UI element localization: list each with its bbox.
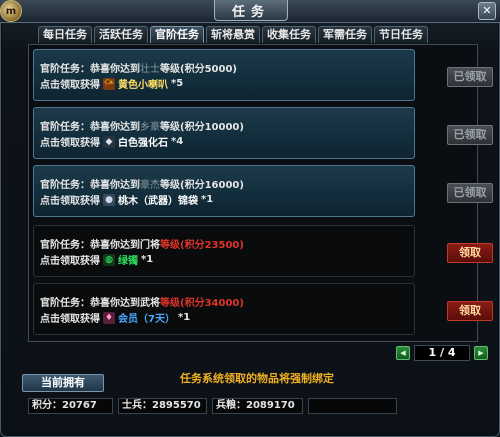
task-rank: 等级(积分34000) xyxy=(160,298,244,309)
bind-notice: 任务系统领取的物品将强制绑定 xyxy=(180,372,334,385)
pagination: ◀ 1 / 4 ▶ xyxy=(396,345,488,361)
reward-name: 会员（7天） xyxy=(118,314,175,325)
tab-active[interactable]: 活跃任务 xyxy=(94,26,148,43)
tab-supply[interactable]: 军需任务 xyxy=(318,26,372,43)
claim-button[interactable]: 领取 xyxy=(447,243,493,263)
task-row: 官阶任务：恭喜你达到门将等级(积分23500) 点击领取获得 ◍ 绿镯 *1 xyxy=(33,225,415,277)
tab-bar: 每日任务 活跃任务 官阶任务 斩将悬赏 收集任务 军需任务 节日任务 xyxy=(38,26,428,44)
reward-prefix: 点击领取获得 xyxy=(40,80,100,91)
task-prefix: 官阶任务：恭喜你达到 xyxy=(40,64,140,75)
task-description: 官阶任务：恭喜你达到壮士等级(积分5000) xyxy=(40,60,237,75)
reward-qty: *1 xyxy=(177,312,191,323)
task-suffix: 等级(积分16000) xyxy=(160,180,244,191)
task-description: 官阶任务：恭喜你达到武将等级(积分34000) xyxy=(40,294,244,309)
task-row: 官阶任务：恭喜你达到豪杰等级(积分16000) 点击领取获得 ● 桃木（武器）锦… xyxy=(33,165,415,217)
reward-qty: *4 xyxy=(171,136,184,147)
task-reward: 点击领取获得 ◆ 白色强化石 *4 xyxy=(40,134,183,149)
reward-name: 黄色小喇叭 xyxy=(118,80,168,91)
owned-button[interactable]: 当前拥有 xyxy=(22,374,104,392)
title-bar[interactable]: m 任务 ✕ xyxy=(0,0,500,23)
score-field: 积分：20767 xyxy=(28,398,113,414)
task-rank: 等级(积分23500) xyxy=(160,240,244,251)
task-description: 官阶任务：恭喜你达到门将等级(积分23500) xyxy=(40,236,244,251)
task-reward: 点击领取获得 ◍ 绿镯 *1 xyxy=(40,252,153,267)
reward-qty: *1 xyxy=(201,194,214,205)
vip-icon: ♦ xyxy=(103,311,115,324)
reward-prefix: 点击领取获得 xyxy=(40,138,100,149)
game-logo-icon: m xyxy=(0,0,22,22)
tab-bounty[interactable]: 斩将悬赏 xyxy=(206,26,260,43)
task-rank: 壮士 xyxy=(140,64,160,75)
task-reward: 点击领取获得 ♦ 会员（7天） *1 xyxy=(40,310,190,325)
task-prefix: 官阶任务：恭喜你达到门将 xyxy=(40,240,160,251)
reward-name: 绿镯 xyxy=(118,256,138,267)
task-prefix: 官阶任务：恭喜你达到 xyxy=(40,122,140,133)
reward-name: 白色强化石 xyxy=(118,138,168,149)
task-reward: 点击领取获得 ● 桃木（武器）锦袋 *1 xyxy=(40,192,213,207)
task-prefix: 官阶任务：恭喜你达到 xyxy=(40,180,140,191)
horn-icon: 📯 xyxy=(103,77,115,90)
reward-prefix: 点击领取获得 xyxy=(40,256,100,267)
soldiers-field: 士兵：2895570 xyxy=(118,398,207,414)
task-prefix: 官阶任务：恭喜你达到武将 xyxy=(40,298,160,309)
claimed-button: 已领取 xyxy=(447,67,493,87)
tab-collect[interactable]: 收集任务 xyxy=(262,26,316,43)
task-reward: 点击领取获得 📯 黄色小喇叭 *5 xyxy=(40,76,183,91)
task-description: 官阶任务：恭喜你达到乡豪等级(积分10000) xyxy=(40,118,244,133)
reward-qty: *5 xyxy=(171,78,184,89)
reward-qty: *1 xyxy=(141,254,154,265)
reward-name: 桃木（武器）锦袋 xyxy=(118,196,198,207)
tab-rank[interactable]: 官阶任务 xyxy=(150,26,204,43)
close-icon[interactable]: ✕ xyxy=(478,2,496,20)
task-suffix: 等级(积分10000) xyxy=(160,122,244,133)
claim-button[interactable]: 领取 xyxy=(447,301,493,321)
task-suffix: 等级(积分5000) xyxy=(160,64,237,75)
arrow-right-icon[interactable]: ▶ xyxy=(474,346,488,360)
tab-festival[interactable]: 节日任务 xyxy=(374,26,428,43)
task-rank: 乡豪 xyxy=(140,122,160,133)
task-row: 官阶任务：恭喜你达到乡豪等级(积分10000) 点击领取获得 ◆ 白色强化石 *4 xyxy=(33,107,415,159)
claimed-button: 已领取 xyxy=(447,125,493,145)
reward-prefix: 点击领取获得 xyxy=(40,196,100,207)
arrow-left-icon[interactable]: ◀ xyxy=(396,346,410,360)
claimed-button: 已领取 xyxy=(447,183,493,203)
bag-icon: ● xyxy=(103,193,115,206)
reward-prefix: 点击领取获得 xyxy=(40,314,100,325)
page-indicator: 1 / 4 xyxy=(414,345,470,361)
jade-icon: ◍ xyxy=(103,253,115,266)
task-row: 官阶任务：恭喜你达到武将等级(积分34000) 点击领取获得 ♦ 会员（7天） *… xyxy=(33,283,415,335)
window-title: 任务 xyxy=(214,0,288,21)
task-rank: 豪杰 xyxy=(140,180,160,191)
task-list: 官阶任务：恭喜你达到壮士等级(积分5000) 点击领取获得 📯 黄色小喇叭 *5 … xyxy=(28,44,493,342)
task-description: 官阶任务：恭喜你达到豪杰等级(积分16000) xyxy=(40,176,244,191)
tab-daily[interactable]: 每日任务 xyxy=(38,26,92,43)
stone-icon: ◆ xyxy=(103,135,115,148)
grain-field: 兵粮：2089170 xyxy=(212,398,303,414)
extra-field xyxy=(308,398,397,414)
task-row: 官阶任务：恭喜你达到壮士等级(积分5000) 点击领取获得 📯 黄色小喇叭 *5 xyxy=(33,49,415,101)
